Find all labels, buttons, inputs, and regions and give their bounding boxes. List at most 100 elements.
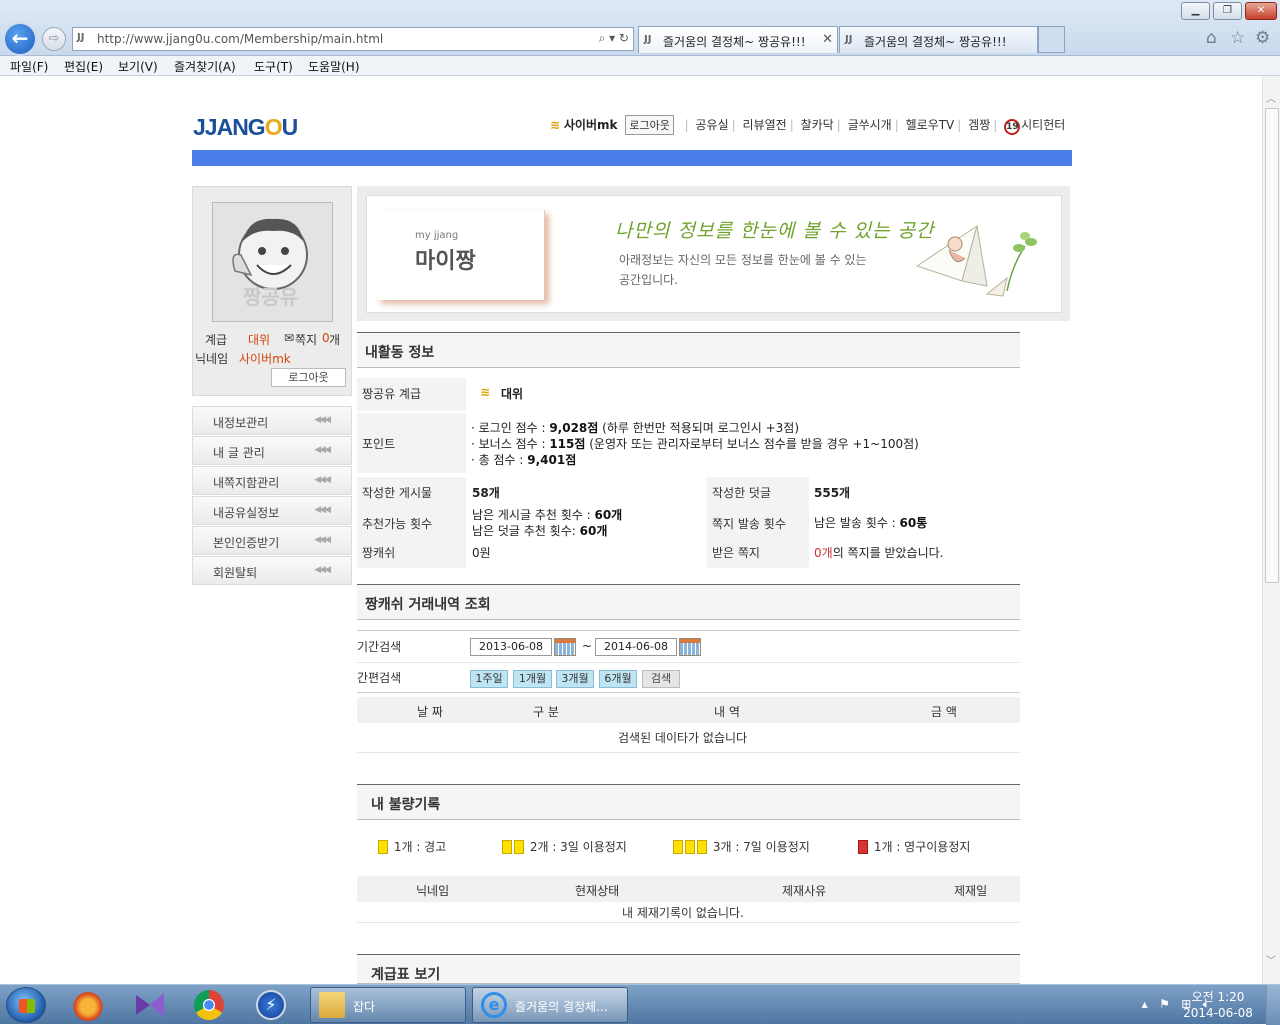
menu-help[interactable]: 도움말(H) <box>308 58 360 75</box>
triple-arrow-icon: ◀◀◀ <box>314 505 331 515</box>
sidebar-item-withdraw[interactable]: 회원탈퇴 ◀◀◀ <box>192 556 352 585</box>
quick-3month-button[interactable]: 3개월 <box>556 670 594 688</box>
login-score-value: 9,028점 <box>549 421 599 435</box>
form-top-divider <box>357 630 1020 631</box>
points-label: 포인트 <box>362 437 396 451</box>
close-tab-icon[interactable]: ✕ <box>822 32 833 47</box>
profile-logout-button[interactable]: 로그아웃 <box>271 368 346 387</box>
favorites-star-icon[interactable]: ☆ <box>1230 28 1245 48</box>
forward-arrow-icon[interactable]: ⇨ <box>42 27 66 51</box>
triple-arrow-icon: ◀◀◀ <box>314 565 331 575</box>
yellow-card-icon <box>502 840 512 854</box>
start-button[interactable] <box>6 987 46 1023</box>
taskbar-folder-task[interactable]: 잡다 <box>310 987 466 1023</box>
menu-edit[interactable]: 편집(E) <box>64 58 103 75</box>
sidebar-item-my-info[interactable]: 내정보관리 ◀◀◀ <box>192 406 352 435</box>
firefox-icon[interactable] <box>70 989 106 1021</box>
windows-taskbar: ⚡ 잡다 e 즐거움의 결정체... ▴ ⚑ ⊞ 🔈︎ 오전 1:20 2014… <box>0 984 1280 1025</box>
grade-table-heading-text: 계급표 보기 <box>371 967 441 983</box>
show-desktop-button[interactable] <box>1266 985 1280 1025</box>
legend-label: 1개 : 영구이용정지 <box>873 840 971 854</box>
sidebar-item-messages[interactable]: 내쪽지함관리 ◀◀◀ <box>192 466 352 495</box>
date-from-input[interactable]: 2013-06-08 <box>470 638 552 656</box>
received-count[interactable]: 0개 <box>814 546 833 560</box>
note-unit: 개 <box>329 333 341 347</box>
back-arrow-icon[interactable]: ← <box>3 22 37 56</box>
taskbar-ie-task[interactable]: e 즐거움의 결정체... <box>472 987 628 1023</box>
browser-tab-2[interactable]: JJ 즐거움의 결정체~ 짱공유!!! <box>839 26 1038 53</box>
grade-table-heading[interactable]: 계급표 보기 <box>357 954 1020 984</box>
date-range-separator: ~ <box>582 639 593 653</box>
taskbar-clock[interactable]: 오전 1:20 2014-06-08 <box>1180 989 1256 1021</box>
date-to-input[interactable]: 2014-06-08 <box>595 638 677 656</box>
address-url[interactable]: http://www.jjang0u.com/Membership/main.h… <box>97 32 383 46</box>
chrome-icon[interactable] <box>194 990 224 1020</box>
nav-link-hellotv[interactable]: 헬로우TV <box>906 118 955 132</box>
header-username[interactable]: 사이버mk <box>564 118 618 132</box>
comments-label-cell: 작성한 덧글 <box>707 477 809 506</box>
nav-link-share[interactable]: 공유실 <box>696 118 729 132</box>
banner-title: 마이짱 <box>415 249 476 274</box>
legend-warning: 1개 : 경고 <box>378 838 446 855</box>
cash-table-header: 날 짜 구 분 내 역 금 액 <box>357 697 1020 723</box>
nav-link-review[interactable]: 리뷰열전 <box>743 118 787 132</box>
col-status: 현재상태 <box>575 884 620 898</box>
search-refresh-icon[interactable]: ⌕ ▾ ↻ <box>599 31 629 46</box>
browser-tab-1[interactable]: JJ 즐거움의 결정체~ 짱공유!!! ✕ <box>638 26 838 53</box>
form-bottom-divider <box>357 692 1020 693</box>
new-tab-button[interactable] <box>1038 26 1065 53</box>
penalty-empty-message: 내 제재기록이 없습니다. <box>622 906 744 920</box>
nav-link-cityhunter[interactable]: 시티헌터 <box>1021 118 1065 132</box>
msg-send-line: 남은 발송 횟수 : 60통 <box>814 514 927 531</box>
sidebar-item-share-info[interactable]: 내공유실정보 ◀◀◀ <box>192 496 352 525</box>
menu-tools[interactable]: 도구(T) <box>254 58 293 75</box>
received-suffix: 의 쪽지를 받았습니다. <box>832 546 944 560</box>
calendar-to-icon[interactable] <box>679 638 701 656</box>
tray-expand-icon[interactable]: ▴ <box>1142 997 1148 1011</box>
posts-value: 58개 <box>472 486 500 500</box>
recommend-post-line: 남은 게시글 추천 횟수 : 60개 <box>472 506 622 523</box>
msg-send-label: 쪽지 발송 횟수 <box>712 517 786 531</box>
nav-link-photo[interactable]: 찰카닥 <box>801 118 834 132</box>
home-icon[interactable]: ⌂ <box>1206 28 1217 48</box>
calendar-from-icon[interactable] <box>554 638 576 656</box>
menu-favorites[interactable]: 즐겨찾기(A) <box>174 58 236 75</box>
settings-gear-icon[interactable]: ⚙ <box>1255 28 1270 48</box>
address-bar[interactable]: JJ http://www.jjang0u.com/Membership/mai… <box>72 27 634 51</box>
menu-file[interactable]: 파일(F) <box>10 58 48 75</box>
vertical-scrollbar[interactable]: ︿ ﹀ <box>1262 76 1280 984</box>
grade-label: 짱공유 계급 <box>362 387 422 401</box>
close-window-button[interactable]: ✕ <box>1245 2 1277 20</box>
rank-label: 계급 <box>205 333 228 347</box>
msg-send-value: 60통 <box>899 516 928 530</box>
col-date: 날 짜 <box>417 705 443 719</box>
my-jjang-banner: my jjang 마이짱 나만의 정보를 한눈에 볼 수 있는 공간 아래정보는… <box>357 186 1070 321</box>
total-score-line: · 총 점수 : 9,401점 <box>471 451 576 468</box>
nav-link-writing[interactable]: 글쑤시개 <box>848 118 892 132</box>
sidebar-item-my-posts[interactable]: 내 글 관리 ◀◀◀ <box>192 436 352 465</box>
scroll-down-icon[interactable]: ﹀ <box>1266 952 1276 967</box>
lightning-app-icon[interactable]: ⚡ <box>256 990 286 1020</box>
sidebar-item-label: 내공유실정보 <box>213 506 280 520</box>
nickname-label: 닉네임 <box>195 352 229 366</box>
menu-view[interactable]: 보기(V) <box>118 58 158 75</box>
menu-bar: 파일(F) 편집(E) 보기(V) 즐겨찾기(A) 도구(T) 도움말(H) <box>0 56 1280 76</box>
header-logout-button[interactable]: 로그아웃 <box>625 115 674 135</box>
nickname-value: 사이버mk <box>239 352 291 366</box>
quick-1month-button[interactable]: 1개월 <box>513 670 552 688</box>
received-label-cell: 받은 쪽지 <box>707 539 809 568</box>
restore-button[interactable]: ❐ <box>1213 2 1242 20</box>
quick-6month-button[interactable]: 6개월 <box>599 670 637 688</box>
sidebar-item-verification[interactable]: 본인인증받기 ◀◀◀ <box>192 526 352 555</box>
nav-link-game[interactable]: 겜짱 <box>968 118 990 132</box>
scroll-thumb[interactable] <box>1265 108 1279 583</box>
scroll-up-icon[interactable]: ︿ <box>1266 90 1276 105</box>
tab-favicon-icon: JJ <box>845 34 853 45</box>
minimize-button[interactable]: ▁ <box>1181 2 1210 20</box>
banner-inner: my jjang 마이짱 나만의 정보를 한눈에 볼 수 있는 공간 아래정보는… <box>366 195 1062 313</box>
quick-1week-button[interactable]: 1주일 <box>470 670 508 688</box>
visual-studio-icon[interactable] <box>132 989 168 1021</box>
search-button[interactable]: 검색 <box>642 670 680 688</box>
site-logo[interactable]: JJANGOU <box>193 114 298 141</box>
flag-icon[interactable]: ⚑ <box>1159 997 1170 1011</box>
